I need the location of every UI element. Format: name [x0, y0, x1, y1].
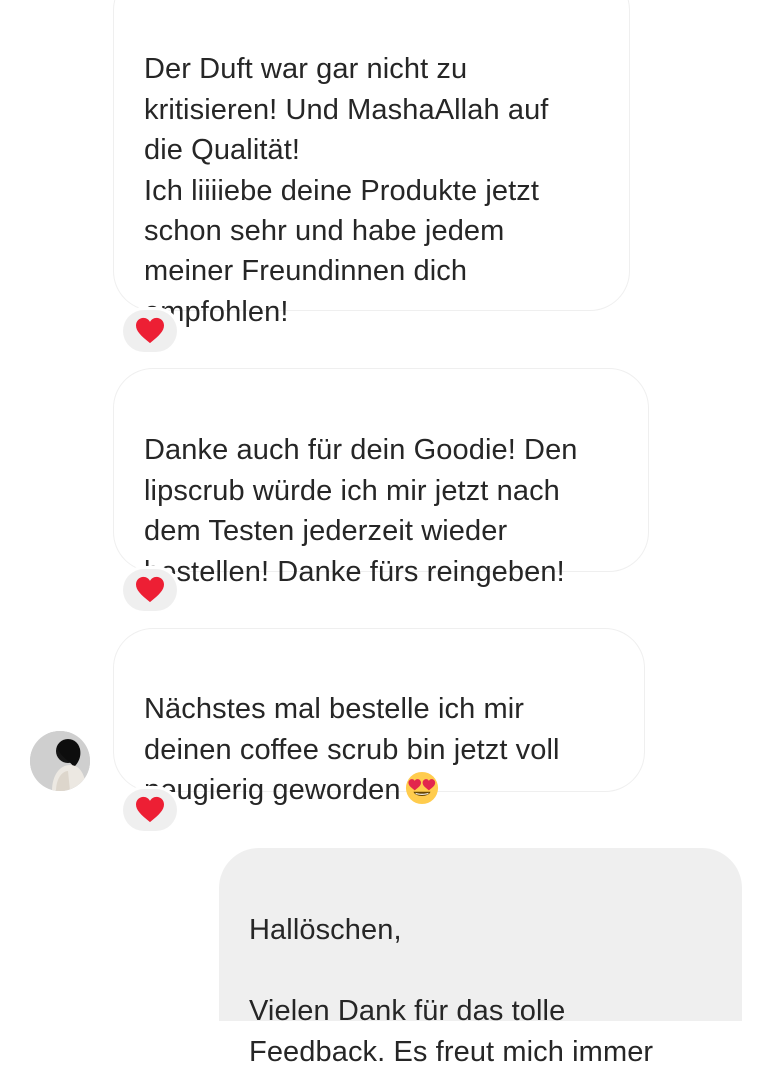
red-heart-icon	[136, 796, 164, 823]
red-heart-icon	[136, 576, 164, 603]
message-bubble-incoming[interactable]: Danke auch für dein Goodie! Den lipscrub…	[113, 368, 649, 588]
message-text: Danke auch für dein Goodie! Den lipscrub…	[144, 434, 578, 588]
message-bubble-outgoing[interactable]: Hallöschen, Vielen Dank für das tolle Fe…	[219, 848, 742, 1068]
sender-avatar[interactable]	[30, 731, 90, 791]
reaction-badge[interactable]	[123, 310, 177, 352]
message-text: Hallöschen, Vielen Dank für das tolle Fe…	[249, 914, 654, 1068]
reaction-badge[interactable]	[123, 789, 177, 831]
reaction-badge[interactable]	[123, 569, 177, 611]
profile-avatar-icon	[30, 731, 90, 791]
message-text: Der Duft war gar nicht zu kritisieren! U…	[144, 53, 549, 328]
message-text: Nächstes mal bestelle ich mir deinen cof…	[144, 693, 560, 807]
message-bubble-incoming[interactable]: Nächstes mal bestelle ich mir deinen cof…	[113, 628, 645, 806]
heart-eyes-emoji-icon	[405, 771, 439, 805]
message-bubble-incoming[interactable]: Der Duft war gar nicht zu kritisieren! U…	[113, 0, 630, 328]
red-heart-icon	[136, 317, 164, 344]
